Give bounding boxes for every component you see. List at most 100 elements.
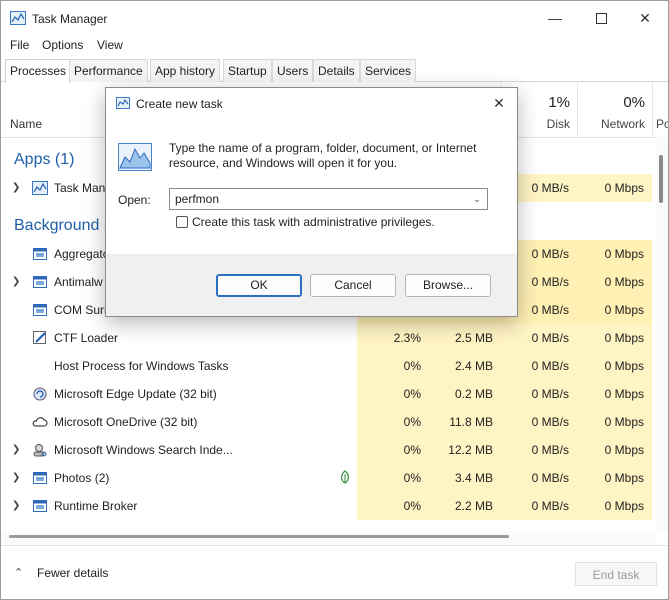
performance-graph-icon bbox=[118, 143, 152, 171]
browse-button[interactable]: Browse... bbox=[405, 274, 491, 297]
table-row[interactable]: ❯ Runtime Broker 0% 2.2 MB 0 MB/s 0 Mbps bbox=[1, 492, 656, 520]
ok-button[interactable]: OK bbox=[216, 274, 302, 297]
memory-value: 2.4 MB bbox=[429, 352, 501, 380]
process-name: Microsoft Windows Search Inde... bbox=[54, 443, 233, 457]
table-row[interactable]: CTF Loader 2.3% 2.5 MB 0 MB/s 0 Mbps bbox=[1, 324, 656, 352]
chevron-down-icon[interactable]: ⌄ bbox=[470, 192, 484, 206]
cpu-value: 0% bbox=[357, 464, 429, 492]
memory-value: 11.8 MB bbox=[429, 408, 501, 436]
table-row[interactable]: Microsoft OneDrive (32 bit) 0% 11.8 MB 0 MB… bbox=[1, 408, 656, 436]
window-icon bbox=[33, 304, 47, 316]
memory-value: 12.2 MB bbox=[429, 436, 501, 464]
process-name: CTF Loader bbox=[54, 331, 119, 345]
table-row[interactable]: Microsoft Edge Update (32 bit) 0% 0.2 MB 0 … bbox=[1, 380, 656, 408]
window-icon bbox=[33, 500, 47, 512]
process-name: Photos (2) bbox=[54, 471, 110, 485]
admin-privileges-checkbox[interactable] bbox=[176, 216, 188, 228]
tab-performance[interactable]: Performance bbox=[69, 59, 148, 82]
disk-label: Disk bbox=[546, 117, 570, 131]
network-value: 0 Mbps bbox=[577, 268, 652, 296]
table-row[interactable]: ❯ Photos (2) 0% 3.4 MB 0 MB/s 0 Mbps bbox=[1, 464, 656, 492]
vertical-scrollbar[interactable] bbox=[656, 137, 668, 531]
tab-app-history[interactable]: App history bbox=[150, 59, 221, 82]
network-value: 0 Mbps bbox=[577, 464, 652, 492]
disk-value: 0 MB/s bbox=[501, 408, 577, 436]
cpu-value: 0% bbox=[357, 380, 429, 408]
expand-icon[interactable]: ❯ bbox=[12, 472, 20, 483]
open-input[interactable] bbox=[169, 188, 488, 210]
group-apps: Apps (1) bbox=[14, 151, 75, 168]
chevron-up-icon[interactable]: ⌃ bbox=[14, 566, 23, 579]
network-value: 0 Mbps bbox=[577, 352, 652, 380]
close-icon: ✕ bbox=[493, 94, 505, 111]
menu-view[interactable]: View bbox=[97, 38, 123, 52]
network-value: 0 Mbps bbox=[577, 240, 652, 268]
open-label: Open: bbox=[118, 193, 151, 207]
table-row[interactable]: ❯ Microsoft Windows Search Inde... 0% 12.2 … bbox=[1, 436, 656, 464]
tab-startup[interactable]: Startup bbox=[223, 59, 272, 82]
disk-value: 0 MB/s bbox=[501, 492, 577, 520]
cpu-value: 0% bbox=[357, 436, 429, 464]
admin-privileges-label[interactable]: Create this task with administrative pri… bbox=[192, 215, 435, 229]
expand-icon[interactable]: ❯ bbox=[12, 444, 20, 455]
cloud-icon bbox=[32, 417, 48, 427]
cpu-value: 0% bbox=[357, 408, 429, 436]
process-name: Antimalw bbox=[54, 275, 103, 289]
menu-options[interactable]: Options bbox=[42, 38, 83, 52]
efficiency-leaf-icon bbox=[341, 470, 349, 484]
horizontal-scroll-thumb[interactable] bbox=[9, 535, 509, 538]
tab-services[interactable]: Services bbox=[360, 59, 417, 82]
table-row[interactable]: Host Process for Windows Tasks 0% 2.4 MB 0 … bbox=[1, 352, 656, 380]
process-name: Host Process for Windows Tasks bbox=[54, 359, 229, 373]
tab-strip: Processes Performance App history Startu… bbox=[1, 57, 668, 83]
pen-icon bbox=[33, 331, 46, 344]
memory-value: 2.2 MB bbox=[429, 492, 501, 520]
column-network[interactable]: 0% Network bbox=[577, 81, 653, 137]
expand-icon[interactable]: ❯ bbox=[12, 500, 20, 511]
network-value: 0 Mbps bbox=[577, 436, 652, 464]
cancel-button[interactable]: Cancel bbox=[310, 274, 396, 297]
network-value: 0 Mbps bbox=[577, 296, 652, 324]
dialog-button-bar: OK Cancel Browse... bbox=[106, 254, 517, 316]
vertical-scroll-thumb[interactable] bbox=[659, 155, 663, 203]
network-label: Network bbox=[600, 117, 645, 131]
process-name: Task Mana bbox=[54, 181, 113, 195]
group-background: Background p bbox=[14, 217, 113, 234]
memory-value: 2.5 MB bbox=[429, 324, 501, 352]
maximize-button[interactable] bbox=[578, 1, 624, 35]
network-value: 0 Mbps bbox=[577, 408, 652, 436]
network-total: 0% bbox=[623, 94, 645, 111]
dialog-title: Create new task bbox=[136, 97, 223, 111]
horizontal-scrollbar[interactable] bbox=[1, 531, 656, 543]
tab-users[interactable]: Users bbox=[272, 59, 314, 82]
expand-icon[interactable]: ❯ bbox=[12, 182, 20, 193]
disk-total: 1% bbox=[548, 94, 570, 111]
expand-icon[interactable]: ❯ bbox=[12, 276, 20, 287]
footer: ⌃ Fewer details End task bbox=[1, 545, 668, 599]
maximize-icon bbox=[595, 12, 607, 24]
menu-file[interactable]: File bbox=[10, 38, 29, 52]
window-title: Task Manager bbox=[32, 12, 108, 26]
tab-processes[interactable]: Processes bbox=[5, 59, 72, 83]
tab-details[interactable]: Details bbox=[313, 59, 360, 82]
window-icon bbox=[33, 248, 47, 260]
close-icon: ✕ bbox=[639, 9, 651, 26]
window-icon bbox=[33, 472, 47, 484]
cpu-value: 2.3% bbox=[357, 324, 429, 352]
end-task-button[interactable]: End task bbox=[575, 562, 657, 586]
cpu-value: 0% bbox=[357, 492, 429, 520]
dialog-close-button[interactable]: ✕ bbox=[481, 88, 517, 118]
column-power[interactable]: Po bbox=[652, 81, 668, 137]
minimize-button[interactable]: — bbox=[532, 1, 578, 35]
create-new-task-dialog: Create new task ✕ Type the name of a pro… bbox=[105, 87, 518, 317]
network-value: 0 Mbps bbox=[577, 492, 652, 520]
column-name[interactable]: Name bbox=[10, 117, 42, 131]
menu-bar: File Options View bbox=[1, 35, 668, 55]
search-user-icon bbox=[33, 444, 47, 457]
disk-value: 0 MB/s bbox=[501, 352, 577, 380]
close-button[interactable]: ✕ bbox=[622, 1, 668, 35]
power-label: Po bbox=[656, 117, 668, 131]
update-icon bbox=[33, 387, 47, 401]
dialog-message: Type the name of a program, folder, docu… bbox=[169, 141, 477, 170]
fewer-details-button[interactable]: Fewer details bbox=[37, 566, 108, 580]
